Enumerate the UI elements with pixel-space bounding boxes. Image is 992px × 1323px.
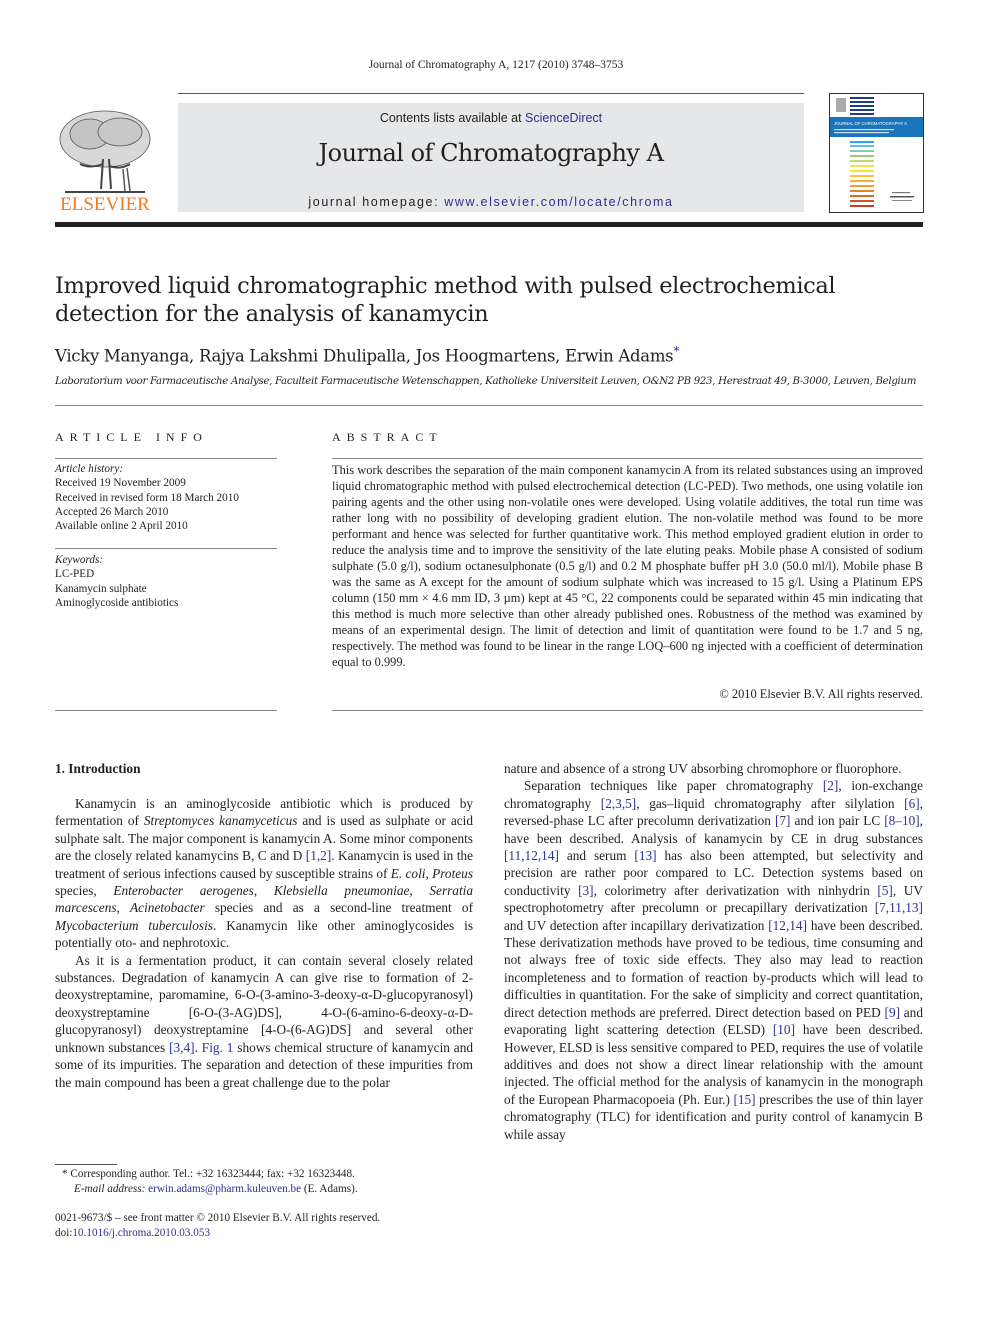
corresponding-author-footnote: * Corresponding author. Tel.: +32 163234…: [62, 1167, 482, 1197]
abstract-bottom-divider: [332, 710, 923, 711]
email-line: E-mail address: erwin.adams@pharm.kuleuv…: [74, 1183, 358, 1195]
keyword-item: Aminoglycoside antibiotics: [55, 596, 179, 609]
article-info-bottom-divider: [55, 710, 277, 711]
affiliation-divider: [55, 405, 923, 406]
footnote-rule: [55, 1164, 117, 1165]
article-info-heading: ARTICLE INFO: [55, 430, 208, 444]
history-received: Received 19 November 2009: [55, 477, 186, 490]
corresponding-author-link[interactable]: *: [673, 344, 679, 358]
reference-link[interactable]: [10]: [773, 1022, 795, 1037]
keyword-item: LC-PED: [55, 568, 95, 581]
reference-link[interactable]: [3,4]: [169, 1040, 194, 1055]
reference-link[interactable]: [7,11,13]: [875, 900, 923, 915]
article-history: Article history: Received 19 November 20…: [55, 462, 277, 533]
journal-banner: Contents lists available at ScienceDirec…: [178, 103, 804, 212]
reference-link[interactable]: [6]: [904, 796, 920, 811]
section-heading-introduction: 1. Introduction: [55, 761, 141, 776]
author-email-link[interactable]: erwin.adams@pharm.kuleuven.be: [148, 1183, 301, 1195]
reference-link[interactable]: [15]: [733, 1092, 755, 1107]
doi-line: doi:10.1016/j.chroma.2010.03.053: [55, 1227, 211, 1239]
reference-link[interactable]: [9]: [885, 1005, 901, 1020]
history-online: Available online 2 April 2010: [55, 520, 188, 533]
doi-link[interactable]: 10.1016/j.chroma.2010.03.053: [72, 1227, 210, 1239]
journal-title: Journal of Chromatography A: [318, 139, 664, 167]
affiliation: Laboratorium voor Farmaceutische Analyse…: [55, 376, 917, 387]
figure-link[interactable]: Fig. 1: [202, 1040, 234, 1055]
abstract-heading: ABSTRACT: [332, 430, 443, 444]
keywords-divider: [55, 548, 277, 549]
keyword-item: Kanamycin sulphate: [55, 582, 147, 595]
journal-cover-icon: JOURNAL OF CHROMATOGRAPHY A: [830, 97, 923, 207]
article-info-divider: [55, 458, 277, 459]
cover-title-text: JOURNAL OF CHROMATOGRAPHY A: [834, 121, 907, 126]
reference-link[interactable]: [5]: [877, 883, 893, 898]
reference-link[interactable]: [2,3,5]: [601, 796, 636, 811]
article-title: Improved liquid chromatographic method w…: [55, 273, 836, 327]
header-thick-rule: [55, 222, 923, 227]
reference-link[interactable]: [8–10]: [884, 813, 919, 828]
corresponding-author-contact: * Corresponding author. Tel.: +32 163234…: [62, 1168, 355, 1180]
journal-cover-thumbnail[interactable]: JOURNAL OF CHROMATOGRAPHY A: [829, 93, 924, 213]
journal-homepage: journal homepage: www.elsevier.com/locat…: [308, 195, 674, 209]
front-matter: 0021-9673/$ – see front matter © 2010 El…: [55, 1211, 475, 1241]
left-column-body: Kanamycin is an aminoglycoside antibioti…: [55, 795, 473, 1091]
contents-line: Contents lists available at ScienceDirec…: [379, 111, 603, 125]
journal-citation: Journal of Chromatography A, 1217 (2010)…: [368, 59, 624, 71]
intro-paragraph-1: Kanamycin is an aminoglycoside antibioti…: [55, 796, 473, 951]
abstract-text: This work describes the separation of th…: [332, 463, 923, 669]
header-divider: [178, 93, 804, 94]
elsevier-tree-icon: ELSEVIER: [59, 110, 151, 215]
reference-link[interactable]: [1,2]: [306, 848, 331, 863]
reference-link[interactable]: [12,14]: [768, 918, 807, 933]
keywords-label: Keywords:: [55, 554, 104, 566]
abstract-copyright: © 2010 Elsevier B.V. All rights reserved…: [719, 687, 923, 701]
issn-copyright: 0021-9673/$ – see front matter © 2010 El…: [55, 1212, 381, 1224]
author-list: Vicky Manyanga, Rajya Lakshmi Dhulipalla…: [55, 344, 680, 366]
reference-link[interactable]: [13]: [634, 848, 656, 863]
elsevier-wordmark: ELSEVIER: [60, 194, 150, 214]
intro-paragraph-3: Separation techniques like paper chromat…: [504, 778, 924, 1142]
elsevier-logo[interactable]: ELSEVIER: [55, 104, 155, 215]
homepage-link[interactable]: www.elsevier.com/locate/chroma: [444, 195, 673, 209]
history-revised: Received in revised form 18 March 2010: [55, 491, 239, 504]
right-column-body: nature and absence of a strong UV absorb…: [504, 760, 923, 1143]
reference-link[interactable]: [11,12,14]: [504, 848, 559, 863]
reference-link[interactable]: [7]: [775, 813, 791, 828]
reference-link[interactable]: [2]: [823, 778, 839, 793]
reference-link[interactable]: [3]: [578, 883, 594, 898]
intro-paragraph-2-continued: nature and absence of a strong UV absorb…: [504, 761, 902, 776]
sciencedirect-link[interactable]: ScienceDirect: [525, 111, 602, 125]
history-accepted: Accepted 26 March 2010: [55, 505, 169, 518]
abstract-divider: [332, 458, 923, 459]
keywords: Keywords: LC-PED Kanamycin sulphate Amin…: [55, 553, 277, 610]
intro-paragraph-2: As it is a fermentation product, it can …: [55, 952, 473, 1090]
history-label: Article history:: [55, 463, 124, 475]
